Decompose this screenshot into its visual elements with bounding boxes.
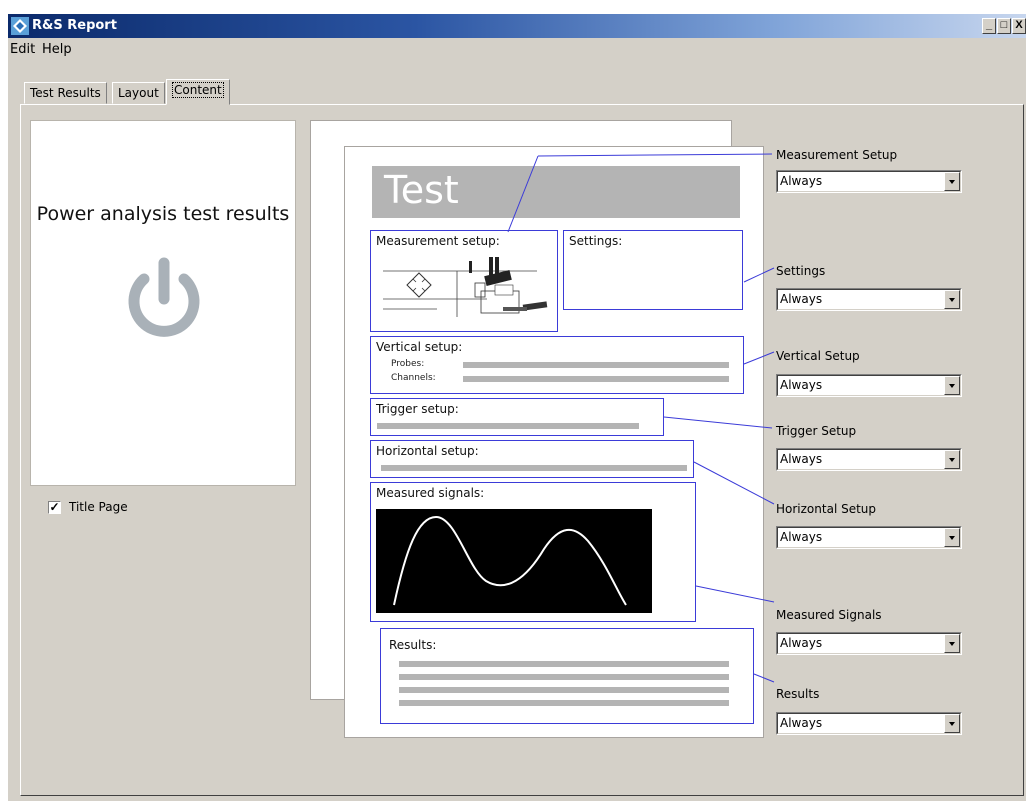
vertical-setup-label: Vertical setup: bbox=[376, 340, 463, 354]
report-title-text: Test bbox=[384, 168, 459, 212]
section-settings[interactable]: Settings: bbox=[563, 230, 743, 310]
measurement-setup-option-label: Measurement Setup bbox=[776, 148, 898, 162]
measured-signals-label: Measured signals: bbox=[376, 486, 485, 500]
settings-label: Settings: bbox=[569, 234, 623, 248]
vertical-setup-value: Always bbox=[780, 378, 823, 392]
results-value: Always bbox=[780, 716, 823, 730]
trigger-setup-value: Always bbox=[780, 452, 823, 466]
chevron-down-icon[interactable] bbox=[944, 290, 960, 309]
measured-signals-dropdown[interactable]: Always bbox=[776, 632, 962, 655]
tab-content-label: Content bbox=[172, 82, 224, 98]
section-vertical-setup[interactable]: Vertical setup: Probes: Channels: bbox=[370, 336, 744, 394]
settings-dropdown[interactable]: Always bbox=[776, 288, 962, 311]
title-page-checkbox-label: Title Page bbox=[69, 500, 128, 514]
measured-signals-option-label: Measured Signals bbox=[776, 608, 882, 622]
window-controls: _ □ X bbox=[981, 18, 1026, 34]
probes-label: Probes: bbox=[391, 359, 425, 369]
probes-placeholder bbox=[463, 362, 729, 368]
chevron-down-icon[interactable] bbox=[944, 172, 960, 191]
title-bar: R&S Report _ □ X bbox=[8, 14, 1026, 38]
title-page-option[interactable]: ✓ Title Page bbox=[48, 500, 128, 514]
tab-layout[interactable]: Layout bbox=[112, 82, 165, 104]
horizontal-setup-label: Horizontal setup: bbox=[376, 444, 479, 458]
tab-content[interactable]: Content bbox=[166, 79, 230, 105]
section-results[interactable]: Results: bbox=[380, 628, 754, 724]
results-dropdown[interactable]: Always bbox=[776, 712, 962, 735]
channels-label: Channels: bbox=[391, 373, 436, 383]
measured-signals-value: Always bbox=[780, 636, 823, 650]
menu-edit[interactable]: Edit bbox=[10, 42, 35, 57]
title-page-heading: Power analysis test results bbox=[36, 203, 290, 225]
trigger-setup-dropdown[interactable]: Always bbox=[776, 448, 962, 471]
section-measurement-setup[interactable]: Measurement setup: bbox=[370, 230, 558, 332]
report-title-banner: Test bbox=[372, 166, 740, 218]
results-placeholder-line bbox=[399, 674, 729, 680]
trigger-setup-option-label: Trigger Setup bbox=[776, 424, 857, 438]
minimize-button[interactable]: _ bbox=[982, 18, 996, 34]
channels-placeholder bbox=[463, 376, 729, 382]
measurement-setup-label: Measurement setup: bbox=[376, 234, 500, 248]
title-page-preview: Power analysis test results bbox=[30, 120, 296, 486]
trigger-placeholder bbox=[377, 423, 639, 429]
vertical-setup-dropdown[interactable]: Always bbox=[776, 374, 962, 397]
measurement-setup-value: Always bbox=[780, 174, 823, 188]
chevron-down-icon[interactable] bbox=[944, 634, 960, 653]
chevron-down-icon[interactable] bbox=[944, 714, 960, 733]
client-area: Test Results Layout Content Power analys… bbox=[8, 60, 1026, 801]
results-placeholder-line bbox=[399, 687, 729, 693]
close-button[interactable]: X bbox=[1012, 18, 1026, 34]
section-trigger-setup[interactable]: Trigger setup: bbox=[370, 398, 664, 436]
section-horizontal-setup[interactable]: Horizontal setup: bbox=[370, 440, 694, 478]
measurement-setup-dropdown[interactable]: Always bbox=[776, 170, 962, 193]
horizontal-setup-value: Always bbox=[780, 530, 823, 544]
chevron-down-icon[interactable] bbox=[944, 528, 960, 547]
maximize-button[interactable]: □ bbox=[997, 18, 1011, 34]
results-placeholder-line bbox=[399, 700, 729, 706]
menu-bar: Edit Help bbox=[8, 38, 1026, 60]
title-page-checkbox[interactable]: ✓ bbox=[48, 500, 61, 514]
tab-test-results[interactable]: Test Results bbox=[24, 82, 107, 104]
results-option-label: Results bbox=[776, 687, 820, 701]
circuit-diagram-icon bbox=[383, 257, 548, 317]
window-title: R&S Report bbox=[32, 18, 117, 33]
settings-option-label: Settings bbox=[776, 264, 826, 278]
results-placeholder-line bbox=[399, 661, 729, 667]
trigger-setup-label: Trigger setup: bbox=[376, 402, 459, 416]
chevron-down-icon[interactable] bbox=[944, 450, 960, 469]
settings-value: Always bbox=[780, 292, 823, 306]
signal-plot bbox=[376, 509, 652, 613]
waveform-icon bbox=[393, 515, 627, 606]
vertical-setup-option-label: Vertical Setup bbox=[776, 349, 860, 363]
horizontal-placeholder bbox=[381, 465, 687, 471]
horizontal-setup-option-label: Horizontal Setup bbox=[776, 502, 877, 516]
section-measured-signals[interactable]: Measured signals: bbox=[370, 482, 696, 622]
results-label: Results: bbox=[389, 638, 437, 652]
horizontal-setup-dropdown[interactable]: Always bbox=[776, 526, 962, 549]
power-icon bbox=[128, 257, 200, 337]
menu-help[interactable]: Help bbox=[42, 42, 72, 57]
app-logo-icon bbox=[11, 17, 29, 35]
chevron-down-icon[interactable] bbox=[944, 376, 960, 395]
